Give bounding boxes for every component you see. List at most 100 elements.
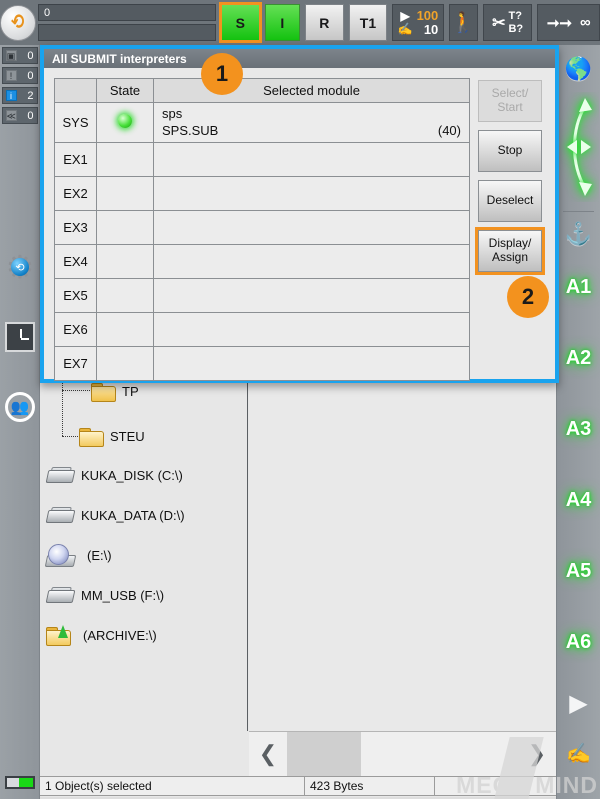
stop-button-label: Stop <box>497 143 523 158</box>
battery-indicator-icon <box>5 776 35 789</box>
folder-icon <box>90 381 116 402</box>
tree-item-cd-drive[interactable]: (E:\) <box>45 544 112 566</box>
increment-jog-icon: ➞➞ <box>546 14 572 32</box>
counter-acknowledge[interactable]: ▣ 0 <box>1 47 38 64</box>
pager-thumb[interactable] <box>287 731 361 777</box>
folder-icon <box>78 426 104 447</box>
robot-settings-button[interactable]: ⚙ ⟲ <box>0 244 40 290</box>
table-row[interactable]: EX1 <box>54 142 470 177</box>
warning-message-icon: ! <box>5 70 17 81</box>
message-field-primary[interactable]: 0 <box>38 4 216 21</box>
chevron-right-icon[interactable]: ❯ <box>518 741 556 767</box>
row-name: EX5 <box>54 278 97 313</box>
axis-a2-button[interactable]: A2 <box>557 323 600 394</box>
robot-axis-icon: ⚓ <box>564 221 593 246</box>
axis-a4-button[interactable]: A4 <box>557 465 600 536</box>
header-module: Selected module <box>153 78 470 103</box>
robot-interpreter-status-button[interactable]: I <box>264 4 301 41</box>
axis-a5-button[interactable]: A5 <box>557 536 600 607</box>
waiting-message-icon: ≪ <box>5 110 17 121</box>
tree-item-label: KUKA_DISK (C:\) <box>81 467 183 483</box>
header-name <box>54 78 97 103</box>
play-arrow-icon: ▶ <box>400 9 410 23</box>
tree-item-label: (ARCHIVE:\) <box>83 627 157 643</box>
table-row[interactable]: EX4 <box>54 244 470 279</box>
speed-icons: ▶ ✍ <box>398 10 413 35</box>
display-assign-line2: Assign <box>491 250 529 264</box>
axis-a1-button[interactable]: A1 <box>557 252 600 323</box>
chevron-left-icon[interactable]: ❮ <box>249 741 287 767</box>
tree-item-tp[interactable]: TP <box>90 381 139 402</box>
user-group-button[interactable]: 👥 <box>0 384 40 430</box>
tree-item-kuka-disk[interactable]: KUKA_DISK (C:\) <box>45 465 183 485</box>
manual-mode-button[interactable]: ✍ <box>557 728 600 778</box>
callout-2-number: 2 <box>521 284 535 309</box>
drives-ready-button[interactable]: R <box>305 4 344 41</box>
axis-a3-button[interactable]: A3 <box>557 394 600 465</box>
warning-count: 0 <box>27 69 34 82</box>
clock-button[interactable] <box>0 314 40 360</box>
tree-item-mm-usb[interactable]: MM_USB (F:\) <box>45 585 164 605</box>
walking-person-icon: 🚶 <box>450 12 476 34</box>
counter-warning[interactable]: ! 0 <box>1 67 38 84</box>
increment-jog-button[interactable]: ➞➞ ∞ <box>537 4 600 41</box>
deselect-button[interactable]: Deselect <box>478 180 542 222</box>
logo-circle: ⟲ <box>0 4 36 41</box>
jog-mode-button[interactable]: 🚶 <box>448 4 478 41</box>
module-count: (40) <box>437 122 461 138</box>
speed-values: 100 10 <box>417 9 439 36</box>
counter-waiting[interactable]: ≪ 0 <box>1 107 38 124</box>
tool-base-values: T? B? <box>508 10 523 35</box>
axis-a3-label: A3 <box>565 418 592 440</box>
row-name: EX3 <box>54 210 97 245</box>
table-row[interactable]: SYS sps SPS.SUB (40) <box>54 102 470 143</box>
stop-button[interactable]: Stop <box>478 130 542 172</box>
world-coordinate-button[interactable]: 🌎 <box>557 51 600 87</box>
axis-a6-button[interactable]: A6 <box>557 607 600 678</box>
tool-icon: ✂ <box>492 14 506 32</box>
operating-mode-button[interactable]: T1 <box>348 4 388 41</box>
row-state <box>96 176 154 211</box>
pager-track[interactable] <box>287 731 518 777</box>
counter-info[interactable]: i 2 <box>1 87 38 104</box>
play-button[interactable]: ▶ <box>557 678 600 728</box>
row-name: EX7 <box>54 346 97 381</box>
dialog-title: All SUBMIT interpreters <box>44 49 555 68</box>
tree-item-steu[interactable]: STEU <box>78 426 145 447</box>
tree-item-kuka-data[interactable]: KUKA_DATA (D:\) <box>45 505 185 525</box>
submit-interpreters-table[interactable]: State Selected module SYS sps SPS.SUB (4… <box>54 78 470 381</box>
axis-a5-label: A5 <box>565 560 592 582</box>
kuka-logo[interactable]: ⟲ <box>0 0 36 45</box>
message-field-secondary[interactable] <box>38 24 216 41</box>
select-start-line2: Start <box>497 100 523 114</box>
operating-mode-label: T1 <box>359 14 377 31</box>
table-row[interactable]: EX6 <box>54 312 470 347</box>
left-sidebar: ▣ 0 ! 0 i 2 ≪ 0 ⚙ ⟲ <box>0 45 40 799</box>
submit-interpreter-status-button[interactable]: S <box>219 2 262 43</box>
tree-item-archive[interactable]: (ARCHIVE:\) <box>45 625 157 646</box>
select-start-button[interactable]: Select/ Start <box>478 80 542 122</box>
navigator-pager[interactable]: ❮ ❯ <box>249 731 556 777</box>
info-count: 2 <box>27 89 34 102</box>
table-row[interactable]: EX3 <box>54 210 470 245</box>
tool-base-button[interactable]: ✂ T? B? <box>482 4 533 41</box>
status-selection: 1 Object(s) selected <box>40 777 305 795</box>
robot-axis-button[interactable]: ⚓ <box>557 216 600 252</box>
acknowledge-message-icon: ▣ <box>5 50 17 61</box>
row-module <box>153 244 470 279</box>
table-row[interactable]: EX2 <box>54 176 470 211</box>
table-row[interactable]: EX7 <box>54 346 470 381</box>
table-row[interactable]: EX5 <box>54 278 470 313</box>
message-counters[interactable]: ▣ 0 ! 0 i 2 ≪ 0 <box>0 45 39 124</box>
jog-override-value: 10 <box>423 22 439 37</box>
row-name: EX6 <box>54 312 97 347</box>
kuka-robot-logo-icon: ⟲ <box>10 8 26 36</box>
info-message-icon: i <box>5 90 17 101</box>
message-display-fields[interactable]: 0 <box>38 4 216 41</box>
jog-direction-arrows[interactable] <box>557 87 600 207</box>
override-speed-button[interactable]: ▶ ✍ 100 10 <box>392 4 444 41</box>
row-state <box>96 312 154 347</box>
tree-item-label: MM_USB (F:\) <box>81 587 165 603</box>
row-module <box>153 176 470 211</box>
display-assign-button[interactable]: Display/ Assign <box>475 227 545 275</box>
